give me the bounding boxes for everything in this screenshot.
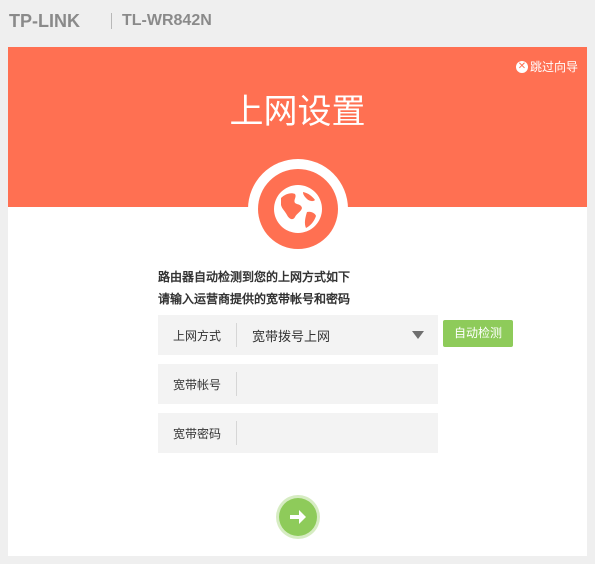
account-input[interactable] xyxy=(238,364,438,404)
page-title: 上网设置 xyxy=(229,92,366,132)
chevron-down-icon xyxy=(412,331,424,339)
detect-result-text: 路由器自动检测到您的上网方式如下 xyxy=(158,270,351,284)
password-input[interactable] xyxy=(238,413,438,453)
account-instruction-text: 请输入运营商提供的宽带帐号和密码 xyxy=(158,292,351,306)
connection-type-label: 上网方式 xyxy=(173,329,222,343)
top-bar: TP-LINK TL-WR842N xyxy=(0,0,595,44)
setup-card: ✕ 跳过向导 上网设置 路由器自动检测到您的上网方式如下 请输入运营商提供的宽带… xyxy=(8,47,587,556)
connection-type-select[interactable]: 上网方式 宽带拨号上网 xyxy=(158,315,438,355)
auto-detect-button[interactable]: 自动检测 xyxy=(443,320,513,347)
header-divider xyxy=(111,13,112,29)
account-field-row: 宽带帐号 xyxy=(158,364,438,404)
skip-wizard-link[interactable]: ✕ 跳过向导 xyxy=(515,58,578,75)
globe-icon xyxy=(258,169,338,249)
next-button[interactable] xyxy=(279,498,317,536)
close-icon: ✕ xyxy=(515,60,528,73)
globe-badge xyxy=(248,159,348,259)
skip-wizard-label: 跳过向导 xyxy=(529,60,578,74)
connection-type-value: 宽带拨号上网 xyxy=(252,330,331,345)
account-label: 宽带帐号 xyxy=(173,378,222,392)
model-name: TL-WR842N xyxy=(122,12,212,29)
password-field-row: 宽带密码 xyxy=(158,413,438,453)
field-separator xyxy=(236,372,237,396)
field-separator xyxy=(236,323,237,347)
password-label: 宽带密码 xyxy=(173,427,222,441)
field-separator xyxy=(236,421,237,445)
arrow-right-icon xyxy=(290,510,306,524)
brand-logo: TP-LINK xyxy=(9,11,80,31)
